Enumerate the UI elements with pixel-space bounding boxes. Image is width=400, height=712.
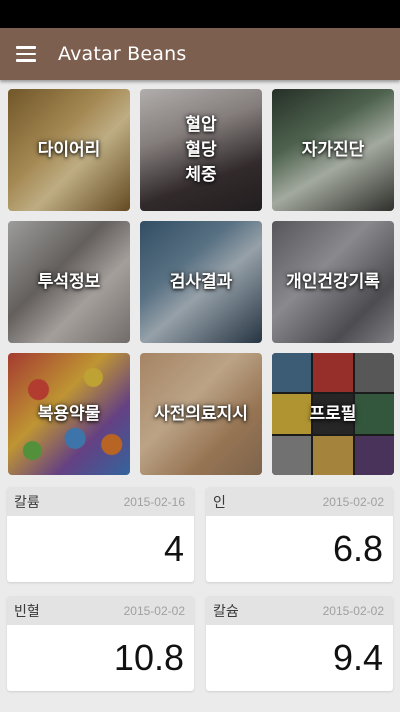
- lab-card-anemia[interactable]: 빈혈 2015-02-02 10.8: [7, 596, 194, 691]
- tile-label: 복용약물: [37, 403, 101, 424]
- tile-label: 개인건강기록: [286, 271, 380, 292]
- app-bar: Avatar Beans: [0, 28, 400, 80]
- card-date: 2015-02-02: [322, 603, 384, 618]
- card-name: 칼슘: [213, 603, 239, 620]
- card-value: 10.8: [113, 637, 184, 678]
- lab-card-potassium[interactable]: 칼륨 2015-02-16 4: [7, 487, 194, 582]
- tile-blood-pressure[interactable]: 혈압 혈당 체중: [140, 89, 262, 211]
- tile-advance-directive[interactable]: 사전의료지시: [140, 353, 262, 475]
- tile-label: 사전의료지시: [154, 403, 248, 424]
- tile-profile[interactable]: 프로필: [272, 353, 394, 475]
- tile-test-results[interactable]: 검사결과: [140, 221, 262, 343]
- tile-medication[interactable]: 복용약물: [8, 353, 130, 475]
- card-value: 9.4: [332, 637, 383, 678]
- menu-icon[interactable]: [16, 42, 40, 66]
- tile-self-diagnosis[interactable]: 자가진단: [272, 89, 394, 211]
- tile-label: 혈압 혈당 체중: [185, 114, 217, 185]
- card-name: 인: [213, 494, 226, 511]
- card-date: 2015-02-16: [123, 494, 185, 509]
- card-name: 빈혈: [14, 603, 40, 620]
- tile-label: 투석정보: [37, 271, 101, 292]
- tile-dialysis[interactable]: 투석정보: [8, 221, 130, 343]
- lab-card-phosphorus[interactable]: 인 2015-02-02 6.8: [206, 487, 393, 582]
- tile-label: 다이어리: [37, 139, 101, 160]
- app-title: Avatar Beans: [58, 43, 187, 65]
- card-date: 2015-02-02: [322, 494, 384, 509]
- card-date: 2015-02-02: [123, 603, 185, 618]
- tile-diary[interactable]: 다이어리: [8, 89, 130, 211]
- tile-label: 자가진단: [301, 139, 365, 160]
- card-value: 4: [163, 528, 184, 569]
- tile-label: 프로필: [309, 403, 357, 424]
- status-bar: [0, 0, 400, 28]
- feature-grid: 다이어리 혈압 혈당 체중 자가진단 투석정보 검사결과 개인건강기록 복용약물…: [0, 80, 400, 475]
- lab-card-calcium[interactable]: 칼슘 2015-02-02 9.4: [206, 596, 393, 691]
- tile-label: 검사결과: [169, 271, 233, 292]
- card-value: 6.8: [332, 528, 383, 569]
- lab-value-cards: 칼륨 2015-02-16 4 인 2015-02-02 6.8 빈혈 2015-02…: [0, 475, 400, 691]
- card-name: 칼륨: [14, 494, 40, 511]
- tile-health-record[interactable]: 개인건강기록: [272, 221, 394, 343]
